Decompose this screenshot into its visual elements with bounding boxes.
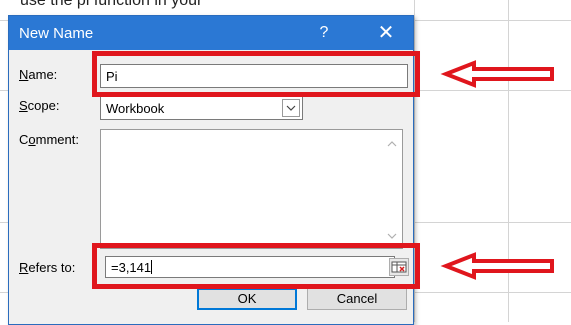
dialog-titlebar[interactable]: New Name ? ✕	[9, 16, 413, 50]
name-label: Name:	[19, 67, 57, 82]
comment-textarea[interactable]	[100, 129, 403, 249]
refers-to-highlight-box	[92, 243, 420, 289]
refers-to-label-text: efers to:	[28, 260, 76, 275]
background-text: use the pi function in your	[20, 0, 203, 9]
scope-label-text: cope:	[27, 98, 60, 113]
arrow-left-icon	[440, 252, 554, 280]
ok-button[interactable]: OK	[197, 288, 297, 310]
chevron-down-icon[interactable]	[282, 99, 300, 117]
comment-label: Comment:	[19, 132, 79, 147]
scroll-down-icon[interactable]	[386, 230, 398, 242]
name-label-accesskey: N	[19, 67, 29, 82]
dialog-title: New Name	[19, 25, 94, 42]
scope-label-accesskey: S	[19, 98, 28, 113]
refers-to-label-accesskey: R	[19, 260, 29, 275]
help-button[interactable]: ?	[309, 20, 339, 46]
refers-to-label: Refers to:	[19, 260, 75, 275]
scope-select[interactable]: Workbook	[100, 96, 303, 120]
scope-select-value: Workbook	[106, 101, 165, 116]
scope-label: Scope:	[19, 98, 59, 113]
comment-label-text: mment:	[35, 132, 79, 147]
name-label-text: ame:	[28, 67, 58, 82]
comment-label-start: C	[19, 132, 29, 147]
close-button[interactable]: ✕	[369, 20, 403, 46]
comment-label-accesskey: o	[28, 132, 36, 147]
scroll-up-icon[interactable]	[386, 138, 398, 150]
arrow-left-icon	[440, 60, 554, 88]
name-highlight-box	[92, 51, 420, 97]
cancel-button[interactable]: Cancel	[307, 288, 407, 310]
